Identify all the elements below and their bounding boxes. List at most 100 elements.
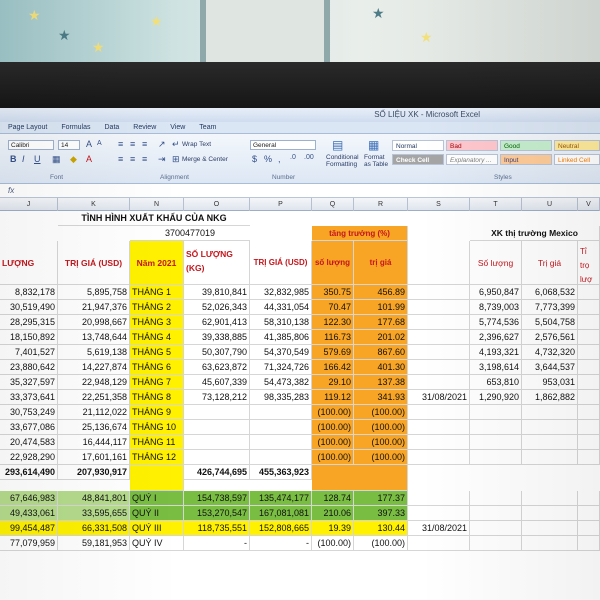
period-cell[interactable]: QUÝ III bbox=[130, 521, 184, 536]
column-header-j[interactable]: J bbox=[0, 198, 58, 211]
qty2-cell[interactable]: 39,338,885 bbox=[184, 330, 250, 345]
grow-font-icon[interactable]: A bbox=[86, 139, 92, 149]
value-cell[interactable]: 33,595,655 bbox=[58, 506, 130, 521]
value-cell[interactable]: 20,998,667 bbox=[58, 315, 130, 330]
font-size-select[interactable]: 14 bbox=[58, 140, 80, 150]
mx-val-cell[interactable] bbox=[522, 405, 578, 420]
qty2-cell[interactable]: 62,901,413 bbox=[184, 315, 250, 330]
mx-val-cell[interactable] bbox=[522, 521, 578, 536]
empty-cell[interactable] bbox=[578, 315, 600, 330]
growth-val-cell[interactable]: (100.00) bbox=[354, 405, 408, 420]
value-cell[interactable]: 48,841,801 bbox=[58, 491, 130, 506]
value2-cell[interactable]: 44,331,054 bbox=[250, 300, 312, 315]
conditional-formatting-button[interactable]: Conditional Formatting bbox=[326, 154, 360, 168]
growth-val-cell[interactable]: (100.00) bbox=[354, 435, 408, 450]
growth-val-cell[interactable]: 867.60 bbox=[354, 345, 408, 360]
qty-cell[interactable]: 67,646,983 bbox=[0, 491, 58, 506]
growth-qty-cell[interactable]: 128.74 bbox=[312, 491, 354, 506]
currency-icon[interactable]: $ bbox=[252, 154, 257, 164]
style-linked-cell[interactable]: Linked Cell bbox=[554, 154, 600, 165]
mx-val-cell[interactable]: 4,732,320 bbox=[522, 345, 578, 360]
qty-cell[interactable]: 8,832,178 bbox=[0, 285, 58, 300]
header-mx-qty[interactable]: Số lượng bbox=[470, 241, 522, 285]
qty-cell[interactable]: 33,373,641 bbox=[0, 390, 58, 405]
date-cell[interactable] bbox=[408, 450, 470, 465]
qty-cell[interactable]: 30,519,490 bbox=[0, 300, 58, 315]
header-year[interactable]: Năm 2021 bbox=[130, 241, 184, 285]
mx-val-cell[interactable] bbox=[522, 450, 578, 465]
qty2-cell[interactable]: 118,735,551 bbox=[184, 521, 250, 536]
column-header-s[interactable]: S bbox=[408, 198, 470, 211]
mx-qty-cell[interactable] bbox=[470, 435, 522, 450]
align-right-icon[interactable]: ≡ bbox=[142, 154, 147, 164]
fill-color-icon[interactable]: ◆ bbox=[70, 154, 77, 165]
growth-val-cell[interactable]: (100.00) bbox=[354, 420, 408, 435]
growth-qty-cell[interactable]: 119.12 bbox=[312, 390, 354, 405]
mx-val-cell[interactable] bbox=[522, 491, 578, 506]
qty2-cell[interactable] bbox=[184, 435, 250, 450]
date-cell[interactable] bbox=[408, 315, 470, 330]
style-good[interactable]: Good bbox=[500, 140, 552, 151]
growth-val-cell[interactable]: 177.68 bbox=[354, 315, 408, 330]
style-normal[interactable]: Normal bbox=[392, 140, 444, 151]
value-cell[interactable]: 14,227,874 bbox=[58, 360, 130, 375]
shrink-font-icon[interactable]: A bbox=[97, 140, 102, 147]
mx-qty-cell[interactable]: 653,810 bbox=[470, 375, 522, 390]
empty-cell[interactable] bbox=[578, 435, 600, 450]
period-cell[interactable]: THÁNG 10 bbox=[130, 420, 184, 435]
column-header-t[interactable]: T bbox=[470, 198, 522, 211]
indent-icon[interactable]: ⇥ bbox=[158, 154, 166, 165]
date-cell[interactable] bbox=[408, 506, 470, 521]
format-as-table-button[interactable]: Format as Table bbox=[364, 154, 390, 168]
orientation-icon[interactable]: ↗ bbox=[158, 139, 166, 150]
value2-cell[interactable]: 32,832,985 bbox=[250, 285, 312, 300]
value2-cell[interactable]: 135,474,177 bbox=[250, 491, 312, 506]
qty2-cell[interactable]: 154,738,597 bbox=[184, 491, 250, 506]
date-cell[interactable] bbox=[408, 491, 470, 506]
column-header-q[interactable]: Q bbox=[312, 198, 354, 211]
period-cell[interactable]: THÁNG 9 bbox=[130, 405, 184, 420]
decrease-decimal-icon[interactable]: .00 bbox=[304, 154, 314, 161]
qty2-cell[interactable]: 39,810,841 bbox=[184, 285, 250, 300]
growth-qty-cell[interactable]: (100.00) bbox=[312, 435, 354, 450]
header-value-usd[interactable]: TRỊ GIÁ (USD) bbox=[58, 241, 130, 285]
value2-cell[interactable]: 71,324,726 bbox=[250, 360, 312, 375]
column-header-u[interactable]: U bbox=[522, 198, 578, 211]
qty-cell[interactable]: 20,474,583 bbox=[0, 435, 58, 450]
style-input[interactable]: Input bbox=[500, 154, 552, 165]
value-cell[interactable]: 22,251,358 bbox=[58, 390, 130, 405]
period-cell[interactable]: THÁNG 12 bbox=[130, 450, 184, 465]
column-header-k[interactable]: K bbox=[58, 198, 130, 211]
mx-qty-cell[interactable]: 4,193,321 bbox=[470, 345, 522, 360]
date-cell[interactable] bbox=[408, 405, 470, 420]
value-cell[interactable]: 22,948,129 bbox=[58, 375, 130, 390]
value-cell[interactable]: 21,112,022 bbox=[58, 405, 130, 420]
mx-qty-cell[interactable] bbox=[470, 491, 522, 506]
mx-qty-cell[interactable] bbox=[470, 521, 522, 536]
merge-center-button[interactable]: Merge & Center bbox=[182, 156, 228, 163]
date-cell[interactable] bbox=[408, 360, 470, 375]
date-cell[interactable] bbox=[408, 435, 470, 450]
mx-val-cell[interactable]: 953,031 bbox=[522, 375, 578, 390]
empty-cell[interactable] bbox=[408, 241, 470, 285]
tab-formulas[interactable]: Formulas bbox=[61, 122, 90, 133]
qty-cell[interactable]: 23,880,642 bbox=[0, 360, 58, 375]
mx-qty-cell[interactable]: 8,739,003 bbox=[470, 300, 522, 315]
value2-cell[interactable]: 54,473,382 bbox=[250, 375, 312, 390]
spreadsheet-grid[interactable]: TÌNH HÌNH XUẤT KHẨU CỦA NKG 3700477019 t… bbox=[0, 211, 600, 600]
growth-val-cell[interactable]: 177.37 bbox=[354, 491, 408, 506]
font-name-select[interactable]: Calibri bbox=[8, 140, 54, 150]
comma-style-icon[interactable]: , bbox=[278, 154, 281, 164]
italic-icon[interactable]: I bbox=[22, 154, 25, 164]
growth-qty-cell[interactable]: (100.00) bbox=[312, 405, 354, 420]
growth-val-cell[interactable]: 130.44 bbox=[354, 521, 408, 536]
mx-val-cell[interactable] bbox=[522, 506, 578, 521]
qty2-cell[interactable]: 63,623,872 bbox=[184, 360, 250, 375]
qty2-cell[interactable] bbox=[184, 405, 250, 420]
align-bottom-icon[interactable]: ≡ bbox=[142, 139, 147, 149]
date-cell[interactable] bbox=[408, 285, 470, 300]
growth-qty-cell[interactable]: 579.69 bbox=[312, 345, 354, 360]
period-cell[interactable]: THÁNG 1 bbox=[130, 285, 184, 300]
date-cell[interactable] bbox=[408, 330, 470, 345]
formula-bar[interactable]: fx bbox=[0, 184, 600, 198]
